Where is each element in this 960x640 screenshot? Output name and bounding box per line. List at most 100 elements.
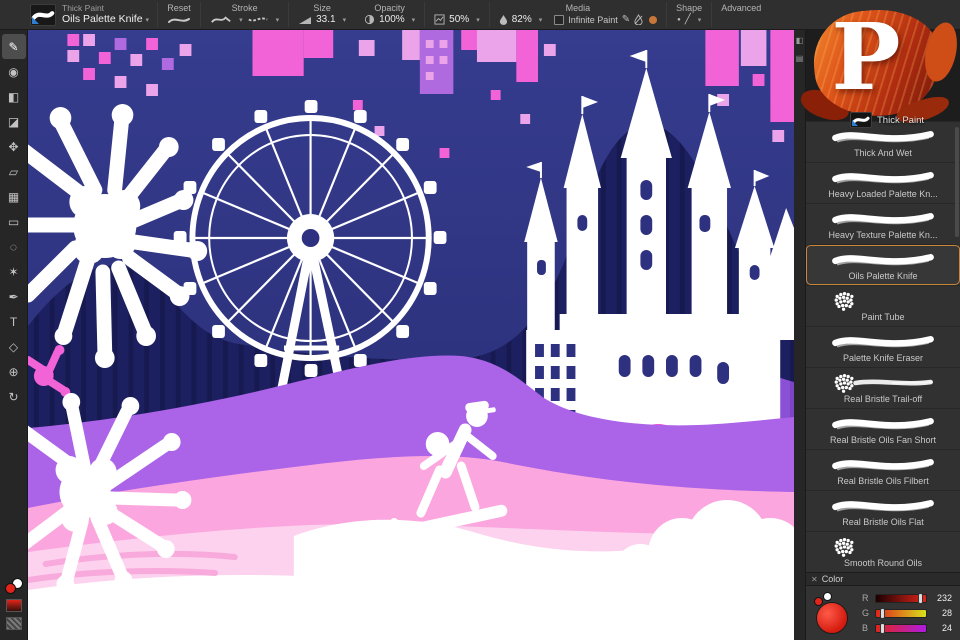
brush-item[interactable]: Real Bristle Oils Fan Short [806,408,960,449]
transform-tool[interactable]: ▱ [2,159,26,184]
media-value[interactable]: 82% [512,14,532,25]
brush-stroke-preview [824,495,942,517]
color-panel-body: R 232 G 28 B 24 [806,586,960,640]
advanced-label[interactable]: Advanced [721,3,761,13]
rotate-page-tool[interactable]: ↻ [2,384,26,409]
infinite-paint-checkbox[interactable] [554,15,564,25]
caret-icon[interactable]: ▾ [343,16,347,24]
zoom-tool[interactable]: ⊕ [2,359,26,384]
paint-bucket-tool[interactable]: ◧ [2,84,26,109]
brush-item-label: Real Bristle Oils Filbert [837,476,929,487]
stroke-label: Stroke [232,3,258,13]
pencil-icon[interactable]: ✎ [622,15,630,25]
reset-brush-icon[interactable] [167,14,191,26]
magic-wand-tool[interactable]: ✶ [2,259,26,284]
reset-section: Reset [158,0,200,29]
stroke-style-icon[interactable] [210,14,232,25]
brush-item[interactable]: Real Bristle Oils Filbert [806,449,960,490]
canvas-artwork[interactable] [28,30,794,640]
crop-tool[interactable]: ▦ [2,184,26,209]
tool-glyph: ◌ [10,240,17,254]
brush-stroke-preview [824,208,942,230]
brush-item-label: Heavy Texture Palette Kn... [829,230,938,241]
caret-icon[interactable]: ▾ [276,16,280,24]
tool-glyph: ▱ [9,165,18,179]
heat-icon[interactable] [649,16,657,24]
stroke-jitter-icon[interactable] [247,14,269,25]
gradient-selector[interactable] [6,599,22,612]
tool-glyph: ✥ [8,140,18,154]
brush-item[interactable]: Palette Knife Eraser [806,326,960,367]
opacity-section: Opacity 100% ▾ [355,0,424,29]
brush-item[interactable]: Oils Palette Knife [806,244,960,285]
layer-adjuster-tool[interactable]: ✥ [2,134,26,159]
opacity-icon[interactable] [364,14,375,25]
channel-slider-handle[interactable] [880,608,885,619]
shape-tool[interactable]: ◇ [2,334,26,359]
brush-tool[interactable]: ✎ [2,34,26,59]
toolbox-swatches [5,578,23,640]
dry-brush-icon[interactable] [634,14,643,25]
shape-dot-icon[interactable]: ● [677,15,681,25]
color-channel-row: B 24 [862,623,952,633]
shape-label: Shape [676,3,702,13]
canvas[interactable] [28,30,794,640]
channel-value: 28 [932,608,952,618]
brush-item[interactable]: Real Bristle Trail-off [806,367,960,408]
channel-slider-handle[interactable] [918,593,923,604]
main-color-swatch[interactable] [5,583,16,594]
grain-icon[interactable] [434,14,445,25]
rect-select-tool[interactable]: ▭ [2,209,26,234]
tool-glyph: ◪ [8,115,19,129]
color-panel-header: ✕ Color [806,572,960,586]
opacity-value[interactable]: 100% [379,14,405,25]
text-tool[interactable]: T [2,309,26,334]
caret-icon[interactable]: ▾ [698,16,702,24]
brush-item[interactable]: Heavy Texture Palette Kn... [806,203,960,244]
main-additional-color-swatches[interactable] [5,578,23,594]
current-brush-chip[interactable]: Thick Paint [850,112,924,128]
lasso-tool[interactable]: ◌ [2,234,26,259]
brush-item[interactable]: Real Bristle Oils Flat [806,490,960,531]
current-color-swatch[interactable] [816,602,848,634]
brush-item[interactable]: Smooth Round Oils [806,531,960,572]
brush-stroke-preview [824,372,942,394]
brush-selector[interactable]: Thick Paint Oils Palette Knife▾ [0,0,157,29]
brush-name-dropdown[interactable]: Oils Palette Knife▾ [62,13,149,27]
caret-icon[interactable]: ▾ [412,16,416,24]
tool-glyph: ✎ [8,40,18,54]
caret-icon: ▾ [146,17,150,24]
channel-letter: R [862,593,870,603]
painter-logo-letter: P [798,6,934,108]
shape-line-icon[interactable]: ╱ [685,15,691,25]
brush-item[interactable]: Heavy Loaded Palette Kn... [806,162,960,203]
brush-badge-icon [32,17,39,24]
pen-tool[interactable]: ✒ [2,284,26,309]
brush-item-label: Paint Tube [861,312,904,323]
wetness-icon[interactable] [499,14,508,25]
tool-strip-items: ✎ ◉◧ ◪ ✥ ▱ ▦ ▭ ◌ ✶ ✒ T◇⊕↻ [2,34,26,409]
channel-slider[interactable] [875,624,927,633]
brush-item-label: Smooth Round Oils [844,558,922,569]
tool-glyph: ✒ [8,290,18,304]
grain-value[interactable]: 50% [449,14,469,25]
brush-item[interactable]: Paint Tube [806,285,960,326]
caret-icon[interactable]: ▾ [539,16,543,24]
brush-stroke-preview [824,454,942,476]
eraser-tool[interactable]: ◪ [2,109,26,134]
color-panel-close-icon[interactable]: ✕ [811,575,818,584]
tool-glyph: ▭ [8,215,19,229]
size-value[interactable]: 33.1 [316,14,335,25]
channel-slider[interactable] [875,594,927,603]
size-slider-icon[interactable] [298,15,312,25]
secondary-color-swatch[interactable] [823,592,832,601]
caret-icon[interactable]: ▾ [476,16,480,24]
channel-slider[interactable] [875,609,927,618]
dropper-tool[interactable]: ◉ [2,59,26,84]
size-label: Size [313,3,331,13]
caret-icon[interactable]: ▾ [239,16,243,24]
channel-value: 24 [932,623,952,633]
channel-slider-handle[interactable] [880,623,885,634]
paper-selector[interactable] [6,617,22,630]
advanced-section: Advanced [712,0,770,29]
